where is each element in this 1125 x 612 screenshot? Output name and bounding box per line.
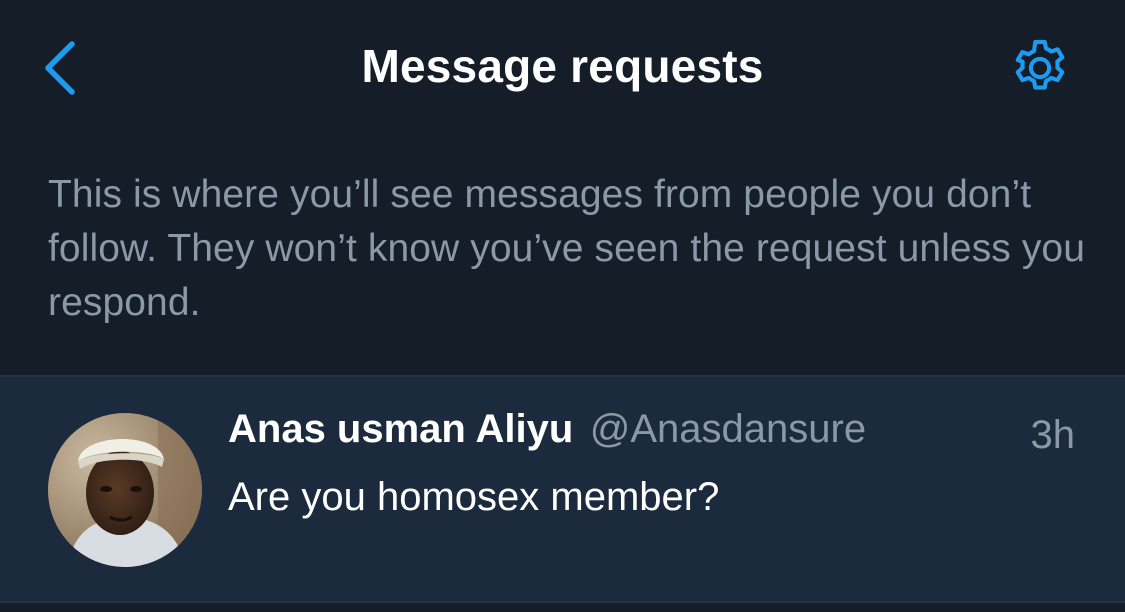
sender-name: Anas usman Aliyu [228, 407, 574, 451]
divider [0, 601, 1125, 603]
sender-line: Anas usman Aliyu @Anasdansure [228, 407, 1088, 463]
message-timestamp: 3h [1030, 413, 1076, 457]
page-title: Message requests [361, 40, 764, 92]
avatar-image [48, 413, 202, 567]
sender-handle: @Anasdansure [589, 407, 867, 451]
avatar[interactable] [48, 413, 202, 567]
message-requests-screen: Message requests This is where you’ll se… [0, 0, 1125, 612]
message-request-item[interactable]: Anas usman Aliyu @Anasdansure 3h Are you… [0, 377, 1125, 601]
message-preview: Are you homosex member? [228, 475, 720, 519]
info-text: This is where you’ll see messages from p… [48, 173, 1086, 324]
nav-bar: Message requests [0, 0, 1125, 140]
gear-icon [1015, 39, 1065, 90]
settings-button[interactable] [1000, 30, 1080, 106]
